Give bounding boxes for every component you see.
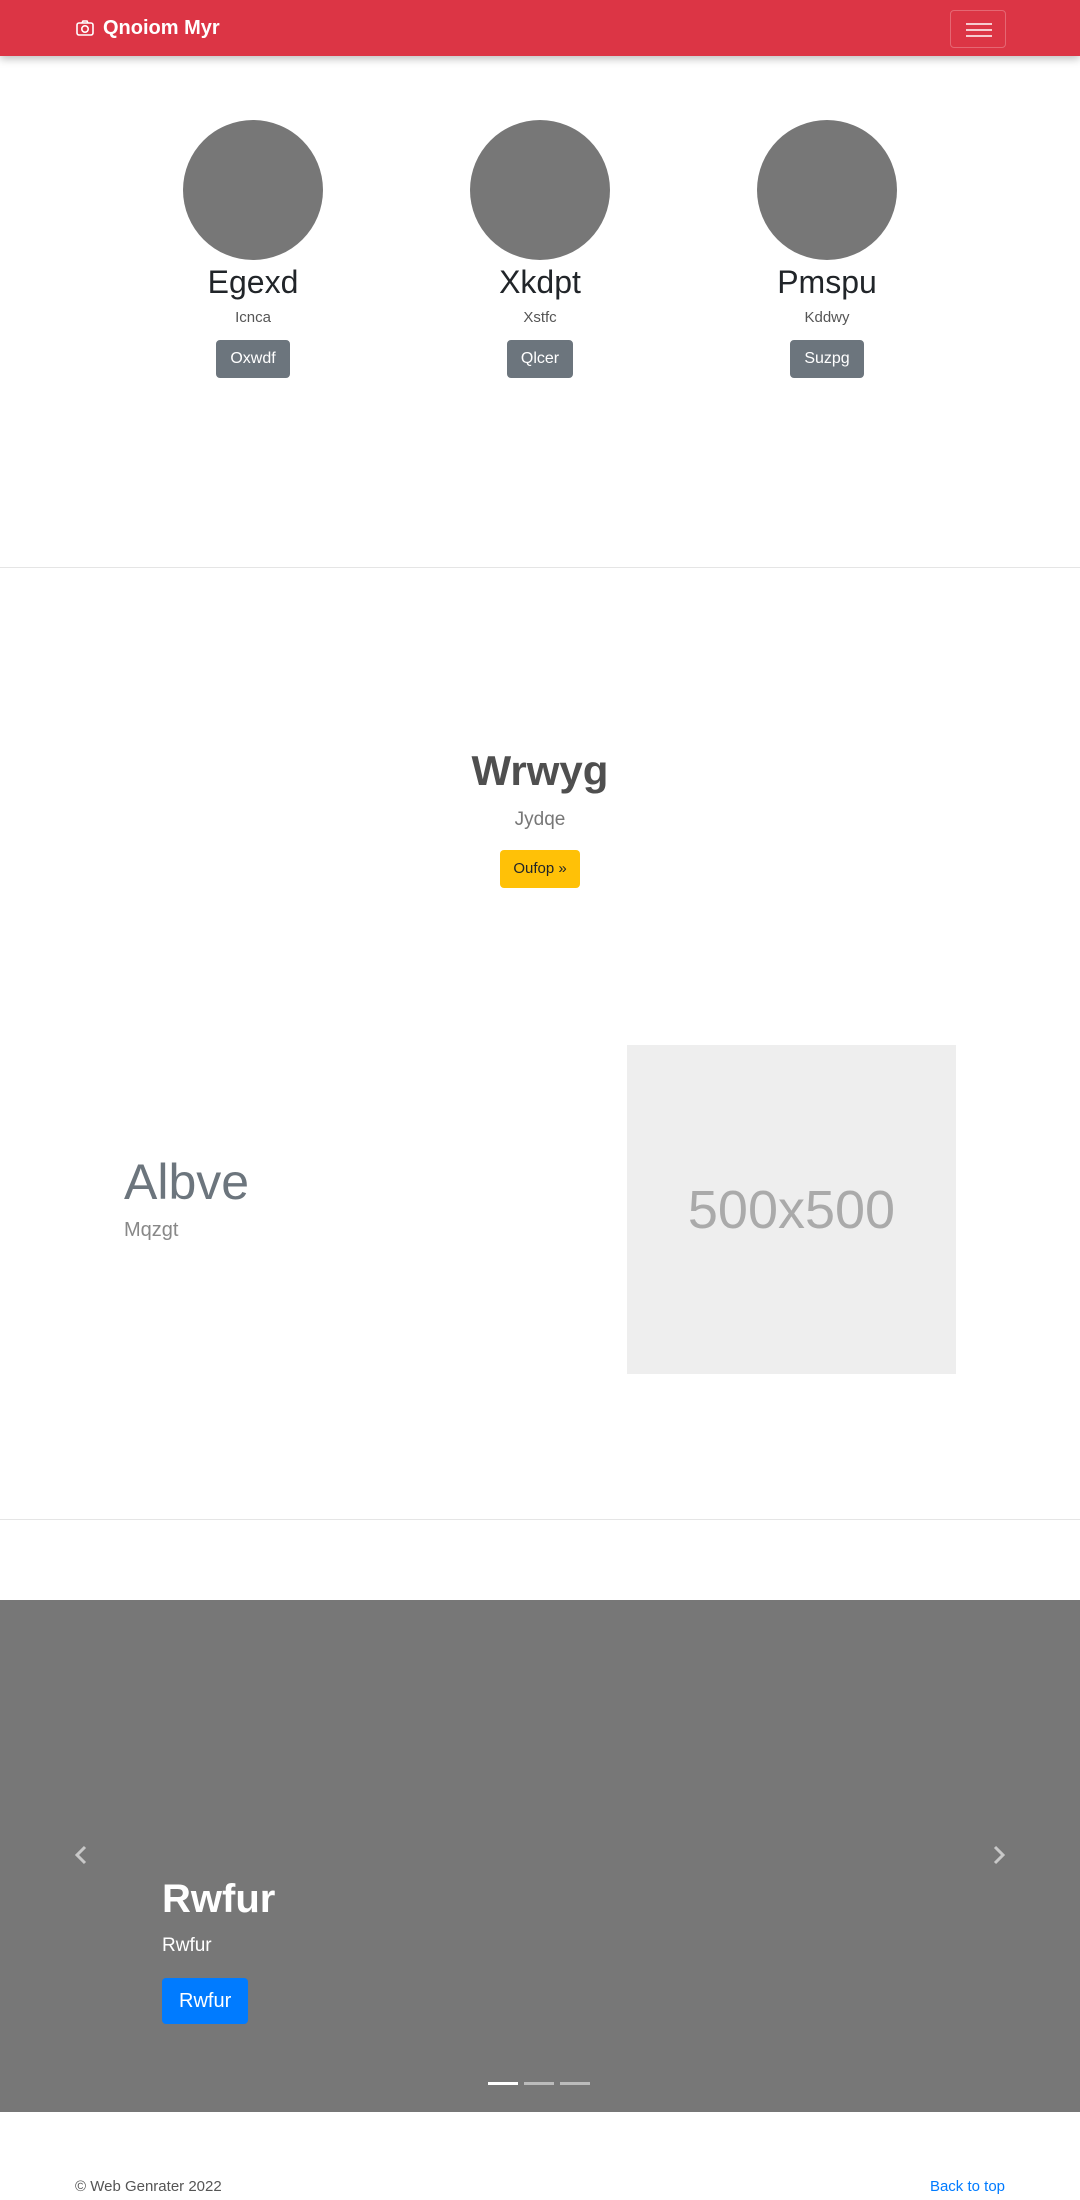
navbar-toggler-button[interactable]: [950, 10, 1006, 48]
member-name: Egexd: [207, 264, 299, 300]
team-member-card: Pmspu Kddwy Suzpg: [707, 120, 947, 378]
member-button[interactable]: Qlcer: [506, 340, 574, 378]
feature-heading: Albve: [124, 1154, 250, 1210]
carousel: Rwfur Rwfur Rwfur: [0, 1600, 1080, 2112]
hero-lead: Jydqe: [514, 809, 566, 830]
avatar: [470, 120, 610, 260]
placeholder-label: 500x500: [687, 1179, 896, 1240]
carousel-next-button[interactable]: [987, 1838, 1011, 1872]
member-role: Icnca: [235, 309, 271, 326]
navbar: Qnoiom Myr: [0, 0, 1080, 56]
camera-icon: [76, 20, 94, 36]
member-role: Kddwy: [804, 309, 850, 326]
hero-section: Wrwyg Jydqe Oufop »: [0, 742, 1080, 888]
hero-title: Wrwyg: [471, 747, 609, 794]
carousel-indicator[interactable]: [488, 2082, 518, 2085]
brand-name: Qnoiom Myr: [103, 16, 220, 39]
carousel-button[interactable]: Rwfur: [162, 1978, 249, 2024]
avatar: [757, 120, 897, 260]
carousel-text: Rwfur: [162, 1935, 212, 1956]
back-to-top-link[interactable]: Back to top: [930, 2178, 1005, 2195]
member-role: Xstfc: [523, 309, 557, 326]
avatar: [183, 120, 323, 260]
member-name: Xkdpt: [499, 264, 581, 300]
carousel-title: Rwfur: [162, 1877, 276, 1921]
member-button[interactable]: Oxwdf: [216, 340, 290, 378]
section-divider: [0, 1519, 1080, 1520]
carousel-indicator[interactable]: [524, 2082, 554, 2085]
hamburger-menu-icon: [966, 23, 992, 25]
team-member-card: Egexd Icnca Oxwdf: [133, 120, 373, 378]
chevron-left-icon: [74, 1845, 87, 1865]
member-button[interactable]: Suzpg: [790, 340, 864, 378]
carousel-caption: Rwfur Rwfur Rwfur: [162, 1872, 275, 2024]
brand-link[interactable]: Qnoiom Myr: [75, 14, 220, 42]
member-name: Pmspu: [777, 264, 877, 300]
carousel-indicators: [488, 2082, 596, 2085]
section-divider: [0, 567, 1080, 568]
carousel-indicator[interactable]: [560, 2082, 590, 2085]
feature-text: Albve Mqzgt: [124, 1150, 249, 1244]
team-member-card: Xkdpt Xstfc Qlcer: [420, 120, 660, 378]
hero-button[interactable]: Oufop »: [500, 850, 580, 888]
feature-image-placeholder: 500x500: [627, 1045, 956, 1374]
carousel-prev-button[interactable]: [69, 1838, 93, 1872]
feature-subheading: Mqzgt: [124, 1219, 179, 1241]
chevron-right-icon: [993, 1845, 1006, 1865]
footer-copyright: © Web Genrater 2022: [75, 2178, 222, 2195]
